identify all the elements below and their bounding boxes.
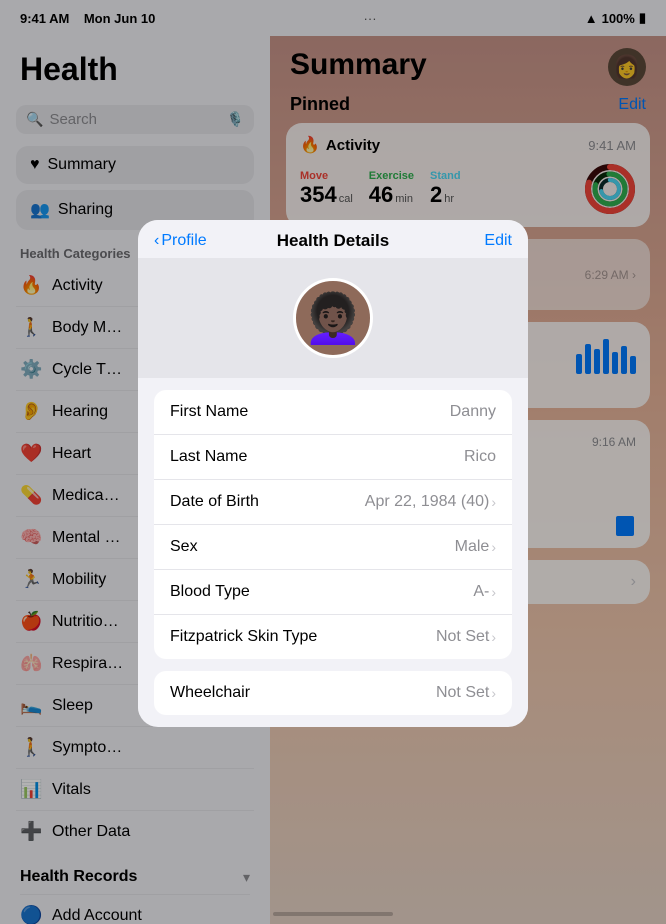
sex-chevron: › <box>491 539 496 555</box>
modal-body: First Name Danny Last Name Rico Date of … <box>138 390 528 715</box>
form-row-last-name[interactable]: Last Name Rico <box>154 435 512 480</box>
modal-edit-button[interactable]: Edit <box>484 232 512 250</box>
modal-avatar[interactable]: 👩🏿‍🦱 <box>293 278 373 358</box>
form-row-blood-type[interactable]: Blood Type A- › <box>154 570 512 615</box>
blood-type-text: A- <box>473 583 489 601</box>
modal-form-section-2: Wheelchair Not Set › <box>154 671 512 715</box>
wheelchair-chevron: › <box>491 685 496 701</box>
first-name-label: First Name <box>170 403 248 421</box>
blood-type-value: A- › <box>473 583 496 601</box>
dob-value: Apr 22, 1984 (40) › <box>365 493 496 511</box>
blood-type-chevron: › <box>491 584 496 600</box>
last-name-label: Last Name <box>170 448 247 466</box>
skin-type-value: Not Set › <box>436 628 496 646</box>
sex-value: Male › <box>455 538 496 556</box>
back-chevron-icon: ‹ <box>154 232 159 250</box>
skin-type-text: Not Set <box>436 628 489 646</box>
wheelchair-value: Not Set › <box>436 684 496 702</box>
skin-type-label: Fitzpatrick Skin Type <box>170 628 317 646</box>
back-label: Profile <box>161 232 206 250</box>
avatar-emoji: 👩🏿‍🦱 <box>303 290 363 347</box>
last-name-value: Rico <box>464 448 496 466</box>
skin-type-chevron: › <box>491 629 496 645</box>
modal-overlay[interactable]: ‹ Profile Health Details Edit 👩🏿‍🦱 First… <box>0 0 666 924</box>
health-details-modal: ‹ Profile Health Details Edit 👩🏿‍🦱 First… <box>138 220 528 727</box>
form-row-sex[interactable]: Sex Male › <box>154 525 512 570</box>
form-row-skin-type[interactable]: Fitzpatrick Skin Type Not Set › <box>154 615 512 659</box>
wheelchair-text: Not Set <box>436 684 489 702</box>
form-row-dob[interactable]: Date of Birth Apr 22, 1984 (40) › <box>154 480 512 525</box>
sex-label: Sex <box>170 538 198 556</box>
dob-chevron: › <box>491 494 496 510</box>
modal-avatar-section: 👩🏿‍🦱 <box>138 258 528 378</box>
modal-nav: ‹ Profile Health Details Edit <box>138 220 528 258</box>
dob-text: Apr 22, 1984 (40) <box>365 493 490 511</box>
last-name-text: Rico <box>464 448 496 466</box>
form-row-wheelchair[interactable]: Wheelchair Not Set › <box>154 671 512 715</box>
modal-form-section-1: First Name Danny Last Name Rico Date of … <box>154 390 512 659</box>
blood-type-label: Blood Type <box>170 583 250 601</box>
form-row-first-name[interactable]: First Name Danny <box>154 390 512 435</box>
first-name-value: Danny <box>450 403 496 421</box>
dob-label: Date of Birth <box>170 493 259 511</box>
wheelchair-label: Wheelchair <box>170 684 250 702</box>
sex-text: Male <box>455 538 490 556</box>
first-name-text: Danny <box>450 403 496 421</box>
modal-back-button[interactable]: ‹ Profile <box>154 232 207 250</box>
modal-title: Health Details <box>277 231 389 251</box>
